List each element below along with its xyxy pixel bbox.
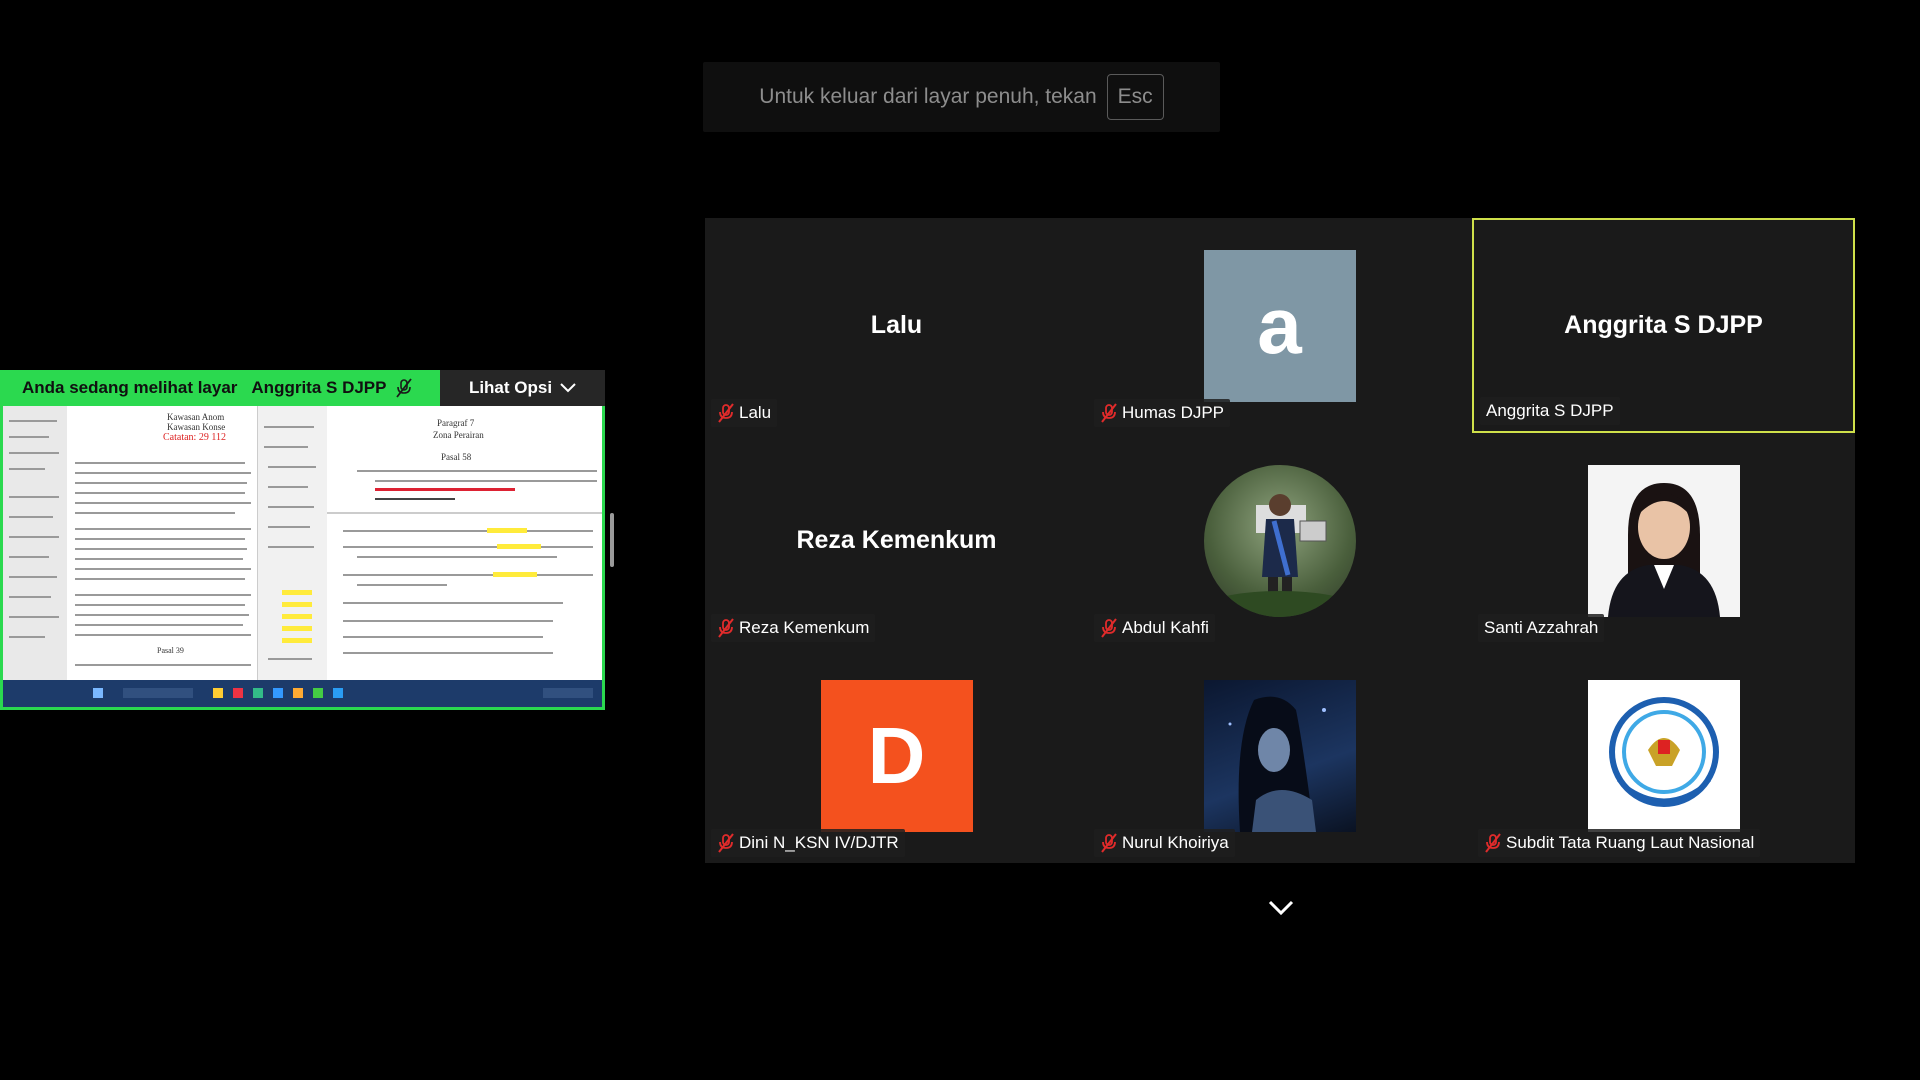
avatar-letter: D xyxy=(867,710,926,800)
participant-tile-reza[interactable]: Reza Kemenkum Reza Kemenkum xyxy=(705,433,1088,648)
participant-name-tag: Abdul Kahfi xyxy=(1094,614,1215,642)
participant-tile-humas-djpp[interactable]: a Humas DJPP xyxy=(1088,218,1471,433)
avatar: D xyxy=(820,679,973,832)
participant-name-tag: Nurul Khoiriya xyxy=(1094,829,1235,857)
participant-name: Humas DJPP xyxy=(1122,403,1225,422)
participant-name-tag: Reza Kemenkum xyxy=(711,614,876,642)
participant-name: Subdit Tata Ruang Laut Nasional xyxy=(1506,833,1755,852)
participant-name-tag: Lalu xyxy=(711,399,778,427)
esc-key-badge: Esc xyxy=(1106,74,1164,120)
participant-name-tag: Humas DJPP xyxy=(1094,399,1231,427)
doc-right-pasal: Pasal 58 xyxy=(441,452,472,462)
participant-name-tag: Santi Azzahrah xyxy=(1478,614,1605,642)
doc-left-title: Kawasan Anom xyxy=(167,412,225,422)
avatar xyxy=(1587,679,1740,832)
doc-right-heading: Paragraf 7 xyxy=(437,418,475,428)
anime-illustration-icon xyxy=(1228,696,1326,832)
mic-muted-icon xyxy=(1101,403,1117,423)
participant-name: Nurul Khoiriya xyxy=(1122,833,1229,852)
viewing-screen-label: Anda sedang melihat layar Anggrita S DJP… xyxy=(0,370,440,406)
mic-muted-icon xyxy=(718,833,734,853)
view-options-button[interactable]: Lihat Opsi xyxy=(440,370,605,406)
screen-share-bar: Anda sedang melihat layar Anggrita S DJP… xyxy=(0,370,605,406)
participant-tile-santi[interactable]: Santi Azzahrah xyxy=(1472,433,1855,648)
doc-left-red-note: Catatan: 29 112 xyxy=(163,432,226,443)
presenter-name: Anggrita S DJPP xyxy=(251,378,412,398)
mic-muted-icon xyxy=(718,403,734,423)
fullscreen-exit-hint: Untuk keluar dari layar penuh, tekan Esc xyxy=(703,62,1220,132)
participant-tile-abdul-kahfi[interactable]: Abdul Kahfi xyxy=(1088,433,1471,648)
participant-name-tag: Dini N_KSN IV/DJTR xyxy=(711,829,905,857)
participant-name-tag: Anggrita S DJPP xyxy=(1480,397,1620,425)
avatar xyxy=(1587,464,1740,617)
screen-share-panel: Anda sedang melihat layar Anggrita S DJP… xyxy=(0,370,605,710)
shared-screen-sidebar xyxy=(3,406,68,680)
shared-document-right: Paragraf 7 Zona Perairan Pasal 58 xyxy=(327,406,602,680)
gallery-next-page-icon[interactable] xyxy=(1268,900,1294,916)
mic-muted-icon xyxy=(718,618,734,638)
avatar-letter: a xyxy=(1257,280,1302,370)
presenter-name-text: Anggrita S DJPP xyxy=(251,378,387,397)
viewing-screen-text: Anda sedang melihat layar xyxy=(22,378,238,397)
shared-document-left: Kawasan Anom Kawasan Konse Catatan: 29 1… xyxy=(67,406,257,680)
avatar xyxy=(1203,679,1356,832)
doc-left-title-2: Kawasan Konse xyxy=(167,422,226,432)
participant-tile-anggrita[interactable]: Anggrita S DJPP Anggrita S DJPP xyxy=(1472,218,1855,433)
participant-name: Abdul Kahfi xyxy=(1122,618,1209,637)
mic-muted-icon xyxy=(395,378,412,398)
participant-name-tag: Subdit Tata Ruang Laut Nasional xyxy=(1478,829,1761,857)
participant-name: Santi Azzahrah xyxy=(1484,618,1599,637)
person-photo-icon xyxy=(1209,493,1350,617)
mic-muted-icon xyxy=(1101,833,1117,853)
shared-screen-taskbar xyxy=(3,680,602,707)
shared-screen-navigation xyxy=(257,406,329,680)
participant-gallery: Lalu Lalu a Humas DJPP Anggrita S DJPP A… xyxy=(705,218,1855,863)
chevron-down-icon xyxy=(560,383,576,393)
participant-tile-nurul[interactable]: Nurul Khoiriya xyxy=(1088,648,1471,863)
panel-resize-handle[interactable] xyxy=(610,513,614,567)
view-options-label: Lihat Opsi xyxy=(468,378,553,397)
participant-name: Anggrita S DJPP xyxy=(1486,401,1614,420)
doc-right-heading-2: Zona Perairan xyxy=(433,430,484,440)
participant-name: Dini N_KSN IV/DJTR xyxy=(739,833,899,852)
participant-tile-lalu[interactable]: Lalu Lalu xyxy=(705,218,1088,433)
participant-tile-dini[interactable]: D Dini N_KSN IV/DJTR xyxy=(705,648,1088,863)
mic-muted-icon xyxy=(1485,833,1501,853)
participant-name: Reza Kemenkum xyxy=(739,618,870,637)
fullscreen-hint-text: Untuk keluar dari layar penuh, tekan xyxy=(759,85,1097,108)
mic-muted-icon xyxy=(1101,618,1117,638)
participant-name: Lalu xyxy=(739,403,772,422)
doc-left-pasal: Pasal 39 xyxy=(157,646,184,655)
shared-screen-content[interactable]: Kawasan Anom Kawasan Konse Catatan: 29 1… xyxy=(0,406,605,710)
person-portrait-icon xyxy=(1587,464,1740,617)
avatar: a xyxy=(1203,249,1356,402)
avatar xyxy=(1203,464,1356,617)
participant-tile-subdit[interactable]: Subdit Tata Ruang Laut Nasional xyxy=(1472,648,1855,863)
ministry-logo-icon xyxy=(1608,696,1719,807)
